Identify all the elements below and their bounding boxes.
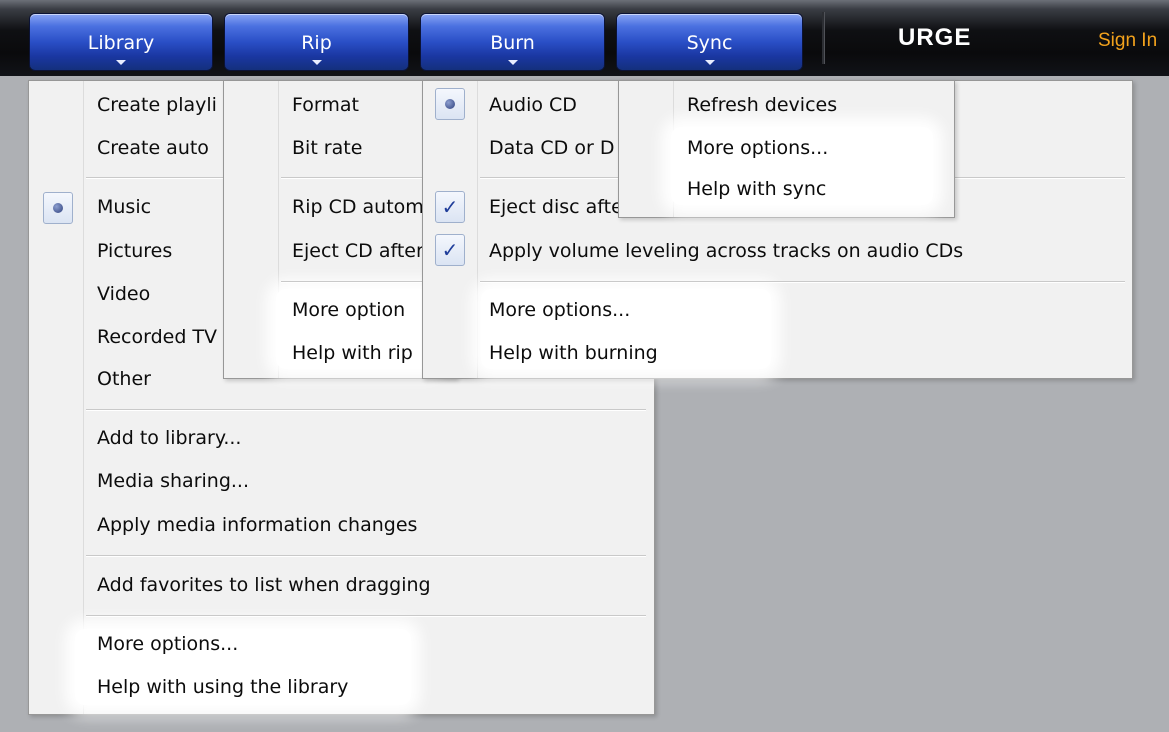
- menu-item-format[interactable]: Format: [292, 85, 422, 125]
- menu-item-data-cd[interactable]: Data CD or D: [489, 128, 614, 168]
- menu-item-more-options[interactable]: More options...: [489, 290, 630, 330]
- brand-logo: URGE: [898, 24, 972, 51]
- chevron-down-icon: [116, 60, 126, 65]
- tab-burn-label: Burn: [490, 32, 535, 54]
- menu-item-eject-disc-after[interactable]: Eject disc after: [489, 187, 631, 227]
- radio-selected-icon: [43, 192, 73, 224]
- toolbar-divider: [822, 12, 824, 64]
- tab-rip-label: Rip: [301, 32, 332, 54]
- check-icon: ✓: [435, 191, 465, 223]
- menu-item-more-options[interactable]: More options...: [97, 624, 238, 664]
- menu-item-help-library[interactable]: Help with using the library: [97, 667, 348, 707]
- check-icon: ✓: [435, 234, 465, 266]
- tab-library-label: Library: [87, 32, 155, 54]
- menu-item-video[interactable]: Video: [97, 274, 150, 314]
- menu-gutter: [619, 81, 674, 217]
- menu-item-pictures[interactable]: Pictures: [97, 231, 172, 271]
- menu-item-add-to-library[interactable]: Add to library...: [97, 418, 241, 458]
- menu-item-other[interactable]: Other: [97, 359, 151, 399]
- menu-separator: [480, 281, 1125, 283]
- menu-item-refresh-devices[interactable]: Refresh devices: [687, 85, 837, 125]
- tab-rip[interactable]: Rip: [225, 14, 408, 70]
- sync-menu: Refresh devices More options... Help wit…: [618, 80, 955, 218]
- chevron-down-icon: [704, 60, 715, 65]
- menu-item-help-ripping[interactable]: Help with rip: [292, 333, 422, 373]
- tab-sync-label: Sync: [686, 32, 733, 54]
- menu-separator: [86, 555, 646, 557]
- radio-selected-icon: [435, 88, 465, 120]
- menu-item-rip-cd-automatically[interactable]: Rip CD autom: [292, 187, 422, 227]
- chevron-down-icon: [507, 60, 518, 65]
- menu-item-more-options[interactable]: More option: [292, 290, 422, 330]
- tab-burn[interactable]: Burn: [421, 14, 604, 70]
- menu-item-volume-leveling[interactable]: Apply volume leveling across tracks on a…: [489, 231, 963, 271]
- chevron-down-icon: [311, 60, 322, 65]
- menu-item-more-options[interactable]: More options...: [687, 128, 828, 168]
- menu-item-audio-cd[interactable]: Audio CD: [489, 85, 577, 125]
- menu-item-recorded-tv[interactable]: Recorded TV: [97, 317, 225, 357]
- tab-sync[interactable]: Sync: [617, 14, 802, 70]
- menu-separator: [86, 615, 646, 617]
- sign-in-link[interactable]: Sign In: [1098, 30, 1157, 52]
- menu-gutter: [29, 81, 84, 714]
- menu-item-add-favorites[interactable]: Add favorites to list when dragging: [97, 565, 431, 605]
- menu-item-media-sharing[interactable]: Media sharing...: [97, 461, 249, 501]
- toolbar: Library Rip Burn Sync URGE Sign In: [0, 0, 1169, 76]
- menu-gutter: [224, 81, 279, 378]
- tab-library[interactable]: Library: [30, 14, 212, 70]
- menu-item-help-burning[interactable]: Help with burning: [489, 333, 658, 373]
- menu-separator: [86, 409, 646, 411]
- menu-item-bit-rate[interactable]: Bit rate: [292, 128, 422, 168]
- menu-item-apply-media-info[interactable]: Apply media information changes: [97, 505, 417, 545]
- menu-gutter: [423, 81, 478, 378]
- menu-item-music[interactable]: Music: [97, 187, 151, 227]
- menu-item-help-sync[interactable]: Help with sync: [687, 169, 826, 209]
- menu-item-eject-cd-after[interactable]: Eject CD after: [292, 231, 422, 271]
